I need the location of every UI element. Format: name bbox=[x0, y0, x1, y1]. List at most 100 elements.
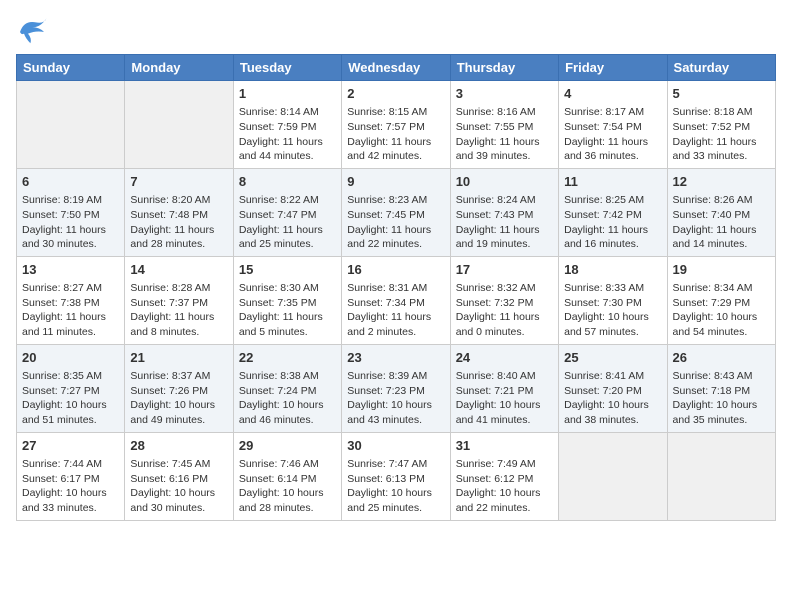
cell-info: Sunrise: 7:45 AM Sunset: 6:16 PM Dayligh… bbox=[130, 457, 227, 516]
day-number: 4 bbox=[564, 85, 661, 103]
cell-info: Sunrise: 8:31 AM Sunset: 7:34 PM Dayligh… bbox=[347, 281, 444, 340]
day-number: 3 bbox=[456, 85, 553, 103]
calendar-cell: 17 Sunrise: 8:32 AM Sunset: 7:32 PM Dayli… bbox=[450, 256, 558, 344]
calendar-cell: 8Sunrise: 8:22 AM Sunset: 7:47 PM Daylig… bbox=[233, 168, 341, 256]
calendar-cell: 20 Sunrise: 8:35 AM Sunset: 7:27 PM Dayli… bbox=[17, 344, 125, 432]
day-number: 8 bbox=[239, 173, 336, 191]
calendar-week-5: 27 Sunrise: 7:44 AM Sunset: 6:17 PM Dayli… bbox=[17, 432, 776, 520]
day-number: 27 bbox=[22, 437, 119, 455]
cell-info: Sunrise: 8:35 AM Sunset: 7:27 PM Dayligh… bbox=[22, 369, 119, 428]
calendar-cell: 22 Sunrise: 8:38 AM Sunset: 7:24 PM Dayli… bbox=[233, 344, 341, 432]
day-number: 16 bbox=[347, 261, 444, 279]
day-number: 13 bbox=[22, 261, 119, 279]
cell-info: Sunrise: 8:15 AM Sunset: 7:57 PM Dayligh… bbox=[347, 105, 444, 164]
cell-info: Sunrise: 8:37 AM Sunset: 7:26 PM Dayligh… bbox=[130, 369, 227, 428]
day-number: 20 bbox=[22, 349, 119, 367]
calendar-cell: 26Sunrise: 8:43 AM Sunset: 7:18 PM Dayli… bbox=[667, 344, 775, 432]
column-header-thursday: Thursday bbox=[450, 55, 558, 81]
day-number: 30 bbox=[347, 437, 444, 455]
day-number: 5 bbox=[673, 85, 770, 103]
calendar-week-1: 1 Sunrise: 8:14 AM Sunset: 7:59 PM Daylig… bbox=[17, 81, 776, 169]
cell-info: Sunrise: 8:20 AM Sunset: 7:48 PM Dayligh… bbox=[130, 193, 227, 252]
calendar-cell: 28 Sunrise: 7:45 AM Sunset: 6:16 PM Dayli… bbox=[125, 432, 233, 520]
day-number: 28 bbox=[130, 437, 227, 455]
calendar-cell: 4Sunrise: 8:17 AM Sunset: 7:54 PM Daylig… bbox=[559, 81, 667, 169]
day-number: 29 bbox=[239, 437, 336, 455]
logo bbox=[16, 16, 52, 44]
cell-info: Sunrise: 8:38 AM Sunset: 7:24 PM Dayligh… bbox=[239, 369, 336, 428]
calendar-cell bbox=[667, 432, 775, 520]
page-header bbox=[16, 16, 776, 44]
calendar-cell: 3 Sunrise: 8:16 AM Sunset: 7:55 PM Daylig… bbox=[450, 81, 558, 169]
calendar-cell: 23 Sunrise: 8:39 AM Sunset: 7:23 PM Dayli… bbox=[342, 344, 450, 432]
day-number: 19 bbox=[673, 261, 770, 279]
cell-info: Sunrise: 8:43 AM Sunset: 7:18 PM Dayligh… bbox=[673, 369, 770, 428]
cell-info: Sunrise: 8:41 AM Sunset: 7:20 PM Dayligh… bbox=[564, 369, 661, 428]
day-number: 25 bbox=[564, 349, 661, 367]
day-number: 10 bbox=[456, 173, 553, 191]
day-number: 21 bbox=[130, 349, 227, 367]
cell-info: Sunrise: 8:16 AM Sunset: 7:55 PM Dayligh… bbox=[456, 105, 553, 164]
cell-info: Sunrise: 7:46 AM Sunset: 6:14 PM Dayligh… bbox=[239, 457, 336, 516]
cell-info: Sunrise: 8:26 AM Sunset: 7:40 PM Dayligh… bbox=[673, 193, 770, 252]
calendar-week-4: 20 Sunrise: 8:35 AM Sunset: 7:27 PM Dayli… bbox=[17, 344, 776, 432]
cell-info: Sunrise: 8:14 AM Sunset: 7:59 PM Dayligh… bbox=[239, 105, 336, 164]
calendar-cell: 5 Sunrise: 8:18 AM Sunset: 7:52 PM Daylig… bbox=[667, 81, 775, 169]
cell-info: Sunrise: 7:44 AM Sunset: 6:17 PM Dayligh… bbox=[22, 457, 119, 516]
day-number: 11 bbox=[564, 173, 661, 191]
calendar-cell: 18Sunrise: 8:33 AM Sunset: 7:30 PM Dayli… bbox=[559, 256, 667, 344]
calendar-cell: 19 Sunrise: 8:34 AM Sunset: 7:29 PM Dayli… bbox=[667, 256, 775, 344]
day-number: 9 bbox=[347, 173, 444, 191]
day-number: 1 bbox=[239, 85, 336, 103]
calendar-cell: 12 Sunrise: 8:26 AM Sunset: 7:40 PM Dayli… bbox=[667, 168, 775, 256]
day-number: 31 bbox=[456, 437, 553, 455]
cell-info: Sunrise: 8:24 AM Sunset: 7:43 PM Dayligh… bbox=[456, 193, 553, 252]
calendar-cell bbox=[17, 81, 125, 169]
calendar-cell: 29 Sunrise: 7:46 AM Sunset: 6:14 PM Dayli… bbox=[233, 432, 341, 520]
calendar-week-2: 6 Sunrise: 8:19 AM Sunset: 7:50 PM Daylig… bbox=[17, 168, 776, 256]
calendar-cell: 16 Sunrise: 8:31 AM Sunset: 7:34 PM Dayli… bbox=[342, 256, 450, 344]
day-number: 14 bbox=[130, 261, 227, 279]
calendar-cell: 24 Sunrise: 8:40 AM Sunset: 7:21 PM Dayli… bbox=[450, 344, 558, 432]
calendar-cell bbox=[559, 432, 667, 520]
calendar-cell: 13 Sunrise: 8:27 AM Sunset: 7:38 PM Dayli… bbox=[17, 256, 125, 344]
day-number: 23 bbox=[347, 349, 444, 367]
column-header-friday: Friday bbox=[559, 55, 667, 81]
day-number: 6 bbox=[22, 173, 119, 191]
column-header-monday: Monday bbox=[125, 55, 233, 81]
calendar-cell: 6 Sunrise: 8:19 AM Sunset: 7:50 PM Daylig… bbox=[17, 168, 125, 256]
logo-icon bbox=[16, 16, 48, 44]
day-number: 22 bbox=[239, 349, 336, 367]
cell-info: Sunrise: 8:39 AM Sunset: 7:23 PM Dayligh… bbox=[347, 369, 444, 428]
day-number: 15 bbox=[239, 261, 336, 279]
day-number: 12 bbox=[673, 173, 770, 191]
cell-info: Sunrise: 7:49 AM Sunset: 6:12 PM Dayligh… bbox=[456, 457, 553, 516]
calendar-cell: 27 Sunrise: 7:44 AM Sunset: 6:17 PM Dayli… bbox=[17, 432, 125, 520]
column-header-sunday: Sunday bbox=[17, 55, 125, 81]
day-number: 2 bbox=[347, 85, 444, 103]
cell-info: Sunrise: 8:23 AM Sunset: 7:45 PM Dayligh… bbox=[347, 193, 444, 252]
cell-info: Sunrise: 8:32 AM Sunset: 7:32 PM Dayligh… bbox=[456, 281, 553, 340]
cell-info: Sunrise: 8:33 AM Sunset: 7:30 PM Dayligh… bbox=[564, 281, 661, 340]
column-header-saturday: Saturday bbox=[667, 55, 775, 81]
calendar-cell: 21 Sunrise: 8:37 AM Sunset: 7:26 PM Dayli… bbox=[125, 344, 233, 432]
calendar-cell: 11 Sunrise: 8:25 AM Sunset: 7:42 PM Dayli… bbox=[559, 168, 667, 256]
cell-info: Sunrise: 8:40 AM Sunset: 7:21 PM Dayligh… bbox=[456, 369, 553, 428]
calendar-cell: 30 Sunrise: 7:47 AM Sunset: 6:13 PM Dayli… bbox=[342, 432, 450, 520]
cell-info: Sunrise: 8:18 AM Sunset: 7:52 PM Dayligh… bbox=[673, 105, 770, 164]
calendar-cell: 10 Sunrise: 8:24 AM Sunset: 7:43 PM Dayli… bbox=[450, 168, 558, 256]
calendar-cell: 25 Sunrise: 8:41 AM Sunset: 7:20 PM Dayli… bbox=[559, 344, 667, 432]
day-number: 17 bbox=[456, 261, 553, 279]
calendar-week-3: 13 Sunrise: 8:27 AM Sunset: 7:38 PM Dayli… bbox=[17, 256, 776, 344]
day-number: 24 bbox=[456, 349, 553, 367]
calendar-cell: 14 Sunrise: 8:28 AM Sunset: 7:37 PM Dayli… bbox=[125, 256, 233, 344]
cell-info: Sunrise: 7:47 AM Sunset: 6:13 PM Dayligh… bbox=[347, 457, 444, 516]
day-number: 7 bbox=[130, 173, 227, 191]
calendar-table: SundayMondayTuesdayWednesdayThursdayFrid… bbox=[16, 54, 776, 521]
cell-info: Sunrise: 8:28 AM Sunset: 7:37 PM Dayligh… bbox=[130, 281, 227, 340]
cell-info: Sunrise: 8:19 AM Sunset: 7:50 PM Dayligh… bbox=[22, 193, 119, 252]
cell-info: Sunrise: 8:27 AM Sunset: 7:38 PM Dayligh… bbox=[22, 281, 119, 340]
cell-info: Sunrise: 8:34 AM Sunset: 7:29 PM Dayligh… bbox=[673, 281, 770, 340]
calendar-header-row: SundayMondayTuesdayWednesdayThursdayFrid… bbox=[17, 55, 776, 81]
cell-info: Sunrise: 8:25 AM Sunset: 7:42 PM Dayligh… bbox=[564, 193, 661, 252]
